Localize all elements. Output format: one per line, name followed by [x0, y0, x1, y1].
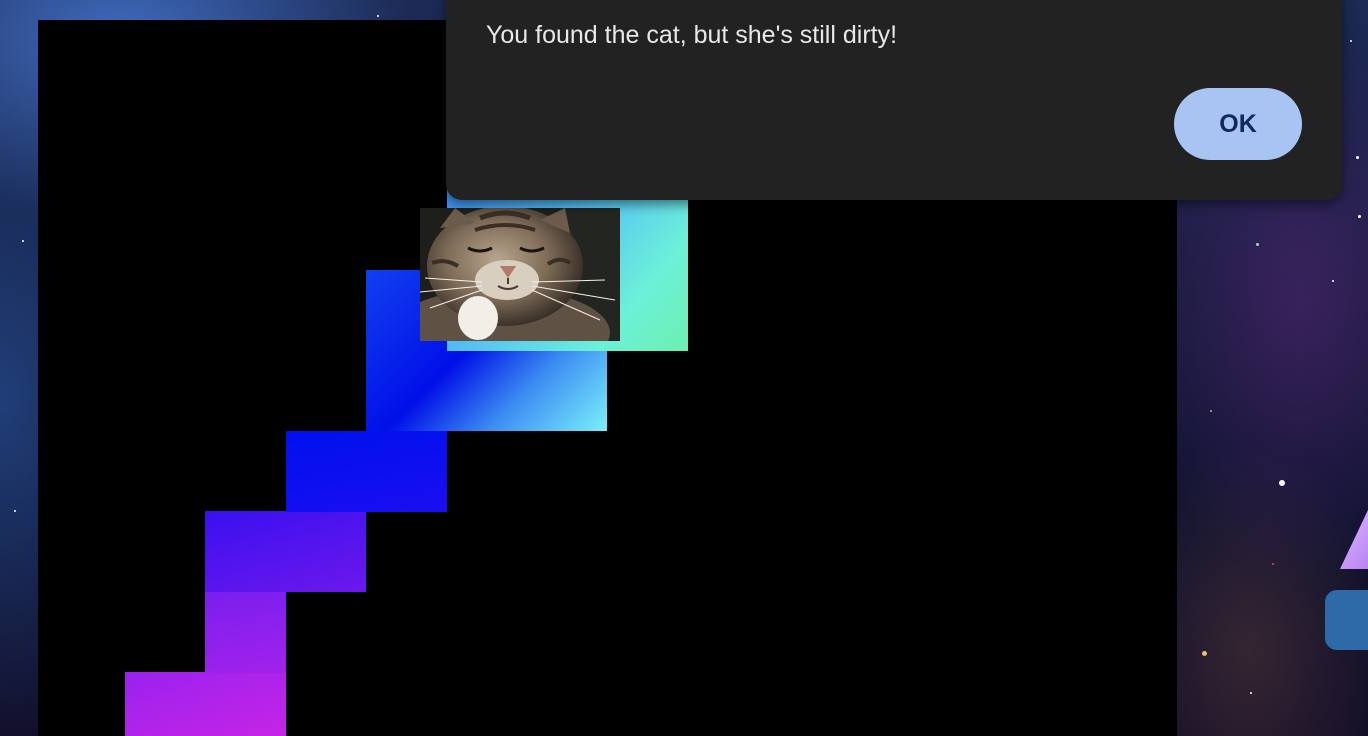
- background-star: [1210, 410, 1212, 412]
- trail-tile: [125, 672, 286, 736]
- trail-tile: [205, 511, 366, 592]
- background-star: [1350, 40, 1352, 42]
- trail-tile: [608, 351, 688, 431]
- side-panel-button[interactable]: [1325, 590, 1368, 650]
- background-star: [14, 510, 16, 512]
- background-star: [377, 15, 379, 17]
- decorative-triangle: [1340, 510, 1368, 569]
- background-star: [1202, 651, 1207, 656]
- background-star: [1279, 480, 1285, 486]
- background-star: [1256, 243, 1259, 246]
- background-star: [1358, 215, 1361, 218]
- cat-image: [420, 208, 620, 341]
- background-star: [1250, 692, 1252, 694]
- alert-dialog: You found the cat, but she's still dirty…: [446, 0, 1342, 200]
- trail-tile: [286, 431, 447, 512]
- background-star: [22, 240, 24, 242]
- background-star: [1356, 156, 1359, 159]
- game-screen: You found the cat, but she's still dirty…: [0, 0, 1368, 736]
- dialog-message: You found the cat, but she's still dirty…: [486, 21, 898, 49]
- cat-photo: [420, 208, 620, 341]
- trail-tile: [205, 592, 286, 673]
- background-star: [1332, 280, 1334, 282]
- background-star: [1272, 563, 1274, 565]
- ok-button[interactable]: OK: [1174, 88, 1302, 160]
